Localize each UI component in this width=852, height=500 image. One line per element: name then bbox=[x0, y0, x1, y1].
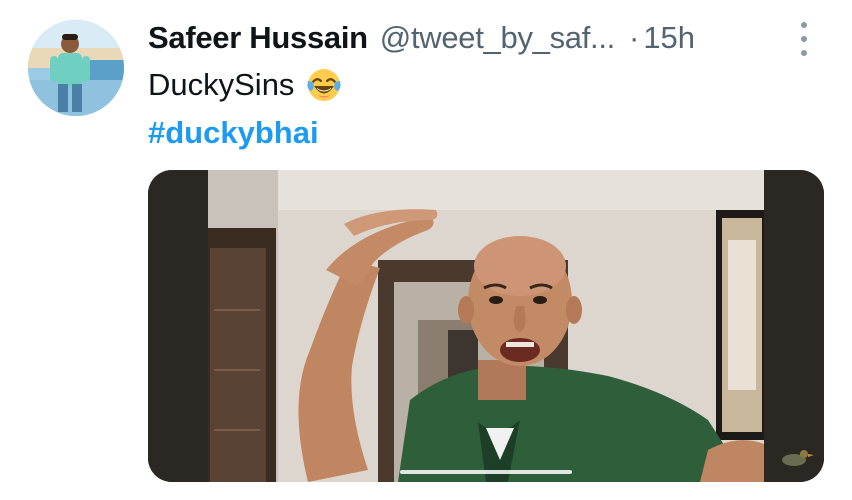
video-progress-indicator[interactable] bbox=[400, 470, 572, 474]
tweet-card[interactable]: Safeer Hussain @tweet_by_saf... · 15h Du… bbox=[0, 0, 852, 500]
video-player[interactable] bbox=[148, 170, 824, 482]
separator-dot: · bbox=[628, 20, 640, 55]
hashtag-link[interactable]: #duckybhai bbox=[148, 112, 319, 154]
tweet-timestamp[interactable]: 15h bbox=[643, 20, 695, 56]
tweet-header: Safeer Hussain @tweet_by_saf... · 15h bbox=[148, 16, 695, 60]
author-display-name[interactable]: Safeer Hussain bbox=[148, 20, 368, 56]
tweet-text: DuckySins bbox=[148, 64, 342, 106]
author-avatar[interactable] bbox=[28, 20, 124, 116]
laughing-tears-emoji-icon bbox=[306, 67, 342, 103]
author-handle[interactable]: @tweet_by_saf... bbox=[380, 20, 615, 56]
more-options-button[interactable] bbox=[792, 22, 816, 56]
vertical-ellipsis-icon bbox=[801, 22, 807, 28]
tweet-text-content: DuckySins bbox=[148, 67, 295, 102]
